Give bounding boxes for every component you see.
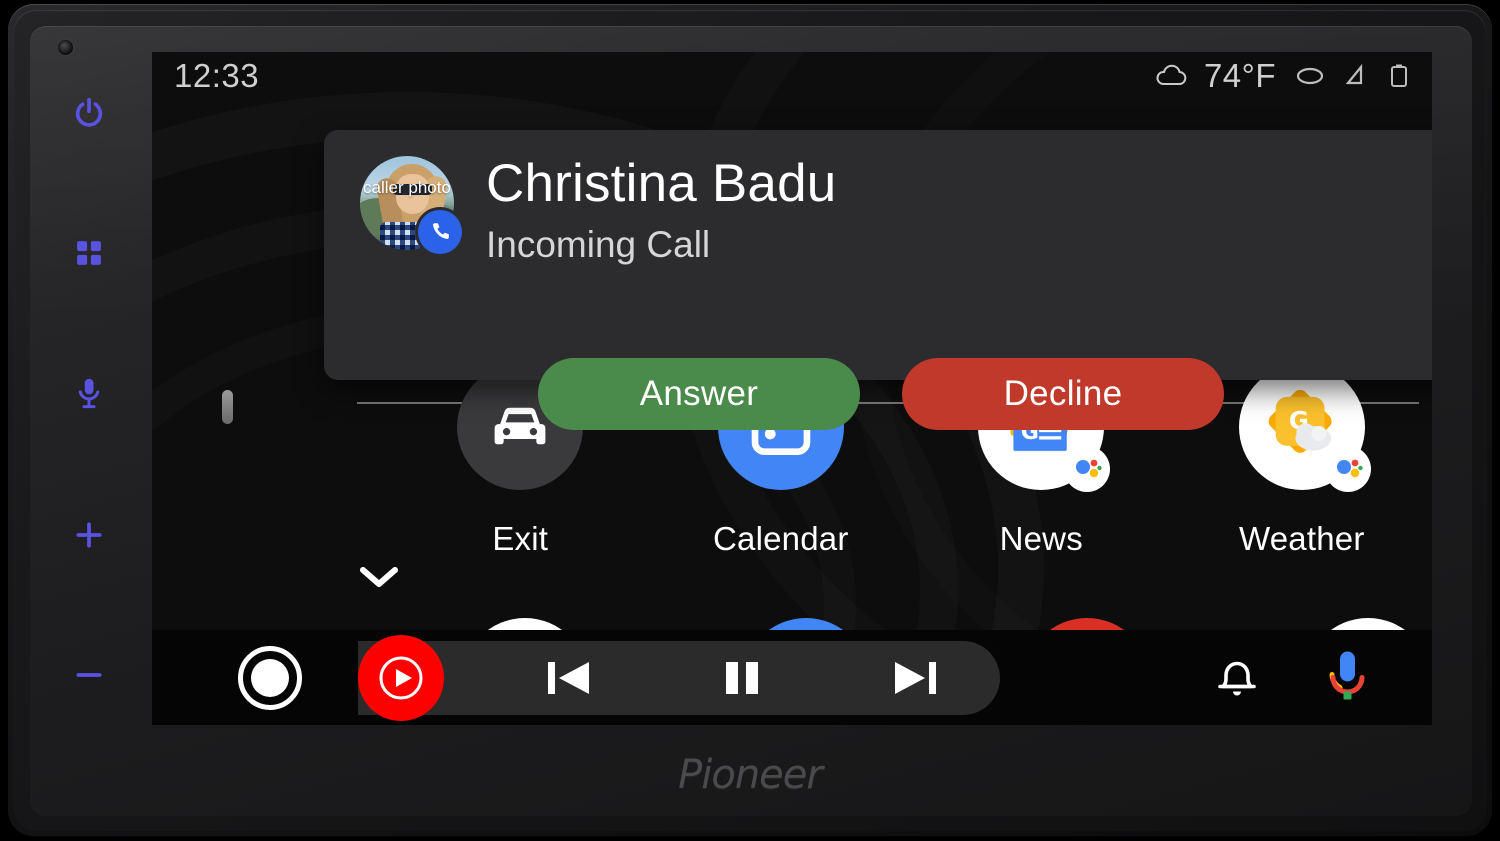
home-button[interactable] — [238, 645, 302, 710]
youtube-music-button[interactable] — [358, 634, 444, 721]
cloud-icon — [1156, 64, 1187, 85]
status-right-group: 74°F — [1154, 57, 1410, 95]
decline-label: Decline — [1003, 374, 1123, 413]
call-status: Incoming Call — [486, 224, 711, 265]
assistant-badge — [1064, 446, 1111, 492]
chevron-down-icon — [360, 567, 398, 587]
apps-grid-icon — [77, 241, 101, 265]
ir-sensor — [58, 40, 73, 55]
bottom-nav-bar — [152, 630, 1432, 725]
caller-photo-watermark: caller photo — [363, 178, 451, 197]
clock: 12:33 — [174, 57, 260, 94]
call-action-buttons: Answer Decline — [538, 358, 1224, 430]
assistant-button[interactable] — [1324, 646, 1370, 709]
answer-call-button[interactable]: Answer — [538, 358, 860, 430]
bell-icon — [1218, 661, 1256, 695]
call-header: caller photo Christina Badu Incoming Cal… — [324, 130, 1432, 266]
power-icon — [75, 97, 103, 127]
assistant-badge — [1324, 446, 1371, 492]
previous-track-button[interactable] — [534, 643, 604, 713]
wifi-icon — [1345, 63, 1363, 85]
avatar: caller photo — [360, 156, 462, 254]
app-label: Weather — [1238, 520, 1365, 557]
brand-logo: Pioneer — [678, 752, 823, 798]
phone-icon — [433, 223, 449, 239]
plus-icon — [76, 522, 102, 548]
signal-icon — [1296, 67, 1324, 85]
microphone-icon — [78, 378, 100, 409]
answer-label: Answer — [639, 374, 759, 413]
skip-previous-icon — [547, 661, 589, 694]
notifications-button[interactable] — [1212, 648, 1262, 707]
collapse-button[interactable] — [355, 562, 403, 597]
volume-down-button[interactable] — [62, 648, 116, 702]
home-dot — [251, 658, 289, 697]
temperature-readout: 74°F — [1203, 57, 1276, 94]
google-assistant-mic-icon — [1329, 651, 1365, 699]
decline-call-button[interactable]: Decline — [902, 358, 1224, 430]
next-track-button[interactable] — [880, 643, 950, 713]
call-text-block: Christina Badu Incoming Call — [486, 156, 836, 266]
skip-next-icon — [895, 661, 937, 694]
app-label: Exit — [492, 520, 549, 557]
incoming-call-card: caller photo Christina Badu Incoming Cal… — [324, 130, 1432, 430]
head-unit-screen: 12:33 74°F Exit Calendar G News G Weathe… — [152, 52, 1432, 725]
app-label: News — [999, 520, 1083, 557]
pause-button[interactable] — [707, 643, 777, 713]
google-assistant-icon — [1076, 459, 1102, 478]
apps-button[interactable] — [62, 226, 116, 280]
google-assistant-icon — [1336, 459, 1363, 478]
phone-badge — [418, 210, 462, 254]
minus-icon — [76, 673, 102, 677]
weather-icon-circle[interactable]: G — [1238, 364, 1371, 492]
power-button[interactable] — [62, 86, 116, 140]
volume-up-button[interactable] — [62, 508, 116, 562]
pause-icon — [725, 661, 758, 694]
voice-button[interactable] — [62, 366, 116, 420]
battery-icon — [1391, 64, 1407, 87]
caller-name: Christina Badu — [486, 154, 837, 213]
nav-right-group — [1212, 646, 1370, 709]
youtube-music-icon — [379, 656, 423, 699]
status-bar: 12:33 74°F — [152, 52, 1432, 100]
transport-controls — [482, 643, 1002, 713]
device-screenshot: 12:33 74°F Exit Calendar G News G Weathe… — [0, 0, 1500, 841]
app-label: Calendar — [712, 520, 849, 557]
